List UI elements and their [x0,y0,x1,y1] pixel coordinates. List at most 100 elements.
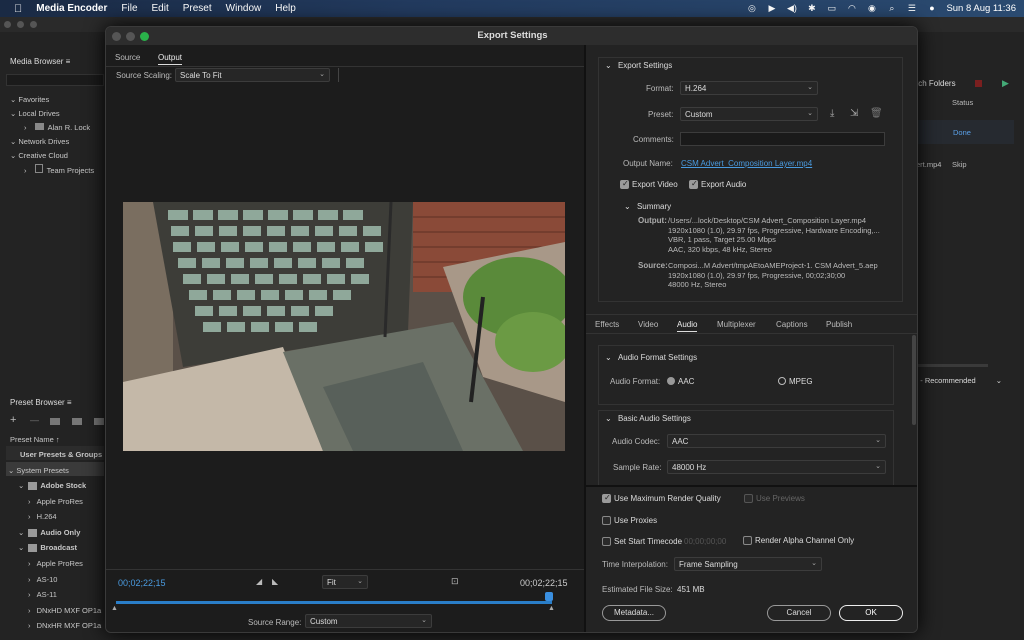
remove-preset-icon[interactable]: — [30,415,39,425]
siri-icon[interactable]: ● [926,0,937,17]
zoom-fit-dropdown[interactable]: Fit ⌄ [322,575,368,589]
comments-input[interactable] [680,132,885,146]
start-queue-icon[interactable]: ▶ [1002,78,1009,89]
delete-preset-icon[interactable]: 🗑 [870,108,883,119]
output-name-link[interactable]: CSM Advert_Composition Layer.mp4 [681,159,812,168]
media-browser-location[interactable] [6,74,104,86]
chevron-down-icon[interactable]: ⌄ [18,528,26,537]
use-proxies-checkbox[interactable] [602,516,611,525]
save-preset-icon[interactable]: ⤓ [830,108,834,119]
preset-tree-item[interactable]: ⌄ Adobe Stock [18,481,104,491]
menu-window[interactable]: Window [226,3,262,14]
render-alpha-checkbox[interactable] [743,536,752,545]
bluetooth-icon[interactable]: ✱ [806,0,817,17]
creative-cloud-icon[interactable]: ◎ [746,0,757,17]
tab-video[interactable]: Video [638,320,658,329]
panel-menu-icon[interactable]: ≡ [66,57,71,66]
tab-source[interactable]: Source [115,53,140,62]
chevron-right-icon[interactable]: › [28,621,33,630]
preset-tree-item[interactable]: › AS-11 [28,590,104,599]
basic-audio-header[interactable]: ⌄ Basic Audio Settings [605,414,691,423]
set-start-timecode-checkbox[interactable] [602,537,611,546]
user-icon[interactable]: ◉ [866,0,877,17]
export-video-checkbox[interactable] [620,179,629,189]
start-timecode-value[interactable]: 00;00;00;00 [684,537,726,546]
add-preset-icon[interactable]: + [10,414,16,426]
menu-help[interactable]: Help [275,3,296,14]
preset-tree-item[interactable]: › H.264 [28,512,104,521]
chevron-right-icon[interactable]: › [28,606,33,615]
set-in-point-icon[interactable]: ◢ [256,577,262,586]
preset-tree-item[interactable]: ⌄ Audio Only [18,528,104,537]
chevron-right-icon[interactable]: › [28,575,33,584]
tree-favorites[interactable]: ⌄ Favorites [10,95,49,104]
tree-network-drives[interactable]: ⌄ Network Drives [10,137,69,146]
panel-menu-icon[interactable]: ≡ [67,398,72,407]
chevron-down-icon[interactable]: ⌄ [18,543,26,552]
export-audio-checkbox[interactable] [689,179,698,189]
metadata-button[interactable]: Metadata... [602,605,666,621]
tree-local-drives[interactable]: ⌄ Local Drives [10,109,60,118]
in-point-marker-icon[interactable]: ▲ [111,605,118,612]
tab-multiplexer[interactable]: Multiplexer [717,320,756,329]
preset-tree-item[interactable]: › DNxHD MXF OP1a [28,606,104,615]
app-menu[interactable]: Media Encoder [36,3,107,14]
out-point-marker-icon[interactable]: ▲ [548,605,555,612]
preset-tree-item[interactable]: › AS-10 [28,575,104,584]
tree-alan-drive[interactable]: › Alan R. Lock [24,123,90,132]
audio-codec-dropdown[interactable]: AAC ⌄ [667,434,886,448]
play-icon[interactable]: ▶ [766,0,777,17]
minimize-button[interactable] [17,21,25,28]
preset-settings-icon[interactable] [72,418,82,425]
preset-tree-item[interactable]: › DNxHR MXF OP1a [28,621,104,630]
set-out-point-icon[interactable]: ◣ [272,577,278,586]
tab-publish[interactable]: Publish [826,320,852,329]
tab-output[interactable]: Output [158,53,183,65]
watch-folders-tab[interactable]: tch Folders [916,79,956,88]
settings-scrollbar[interactable] [912,335,916,425]
summary-header[interactable]: ⌄ Summary [624,202,671,211]
tree-team-projects[interactable]: › Team Projects [24,164,94,175]
stop-queue-icon[interactable] [975,80,982,87]
playhead-icon[interactable] [545,592,553,601]
preset-dropdown[interactable]: Custom ⌄ [680,107,818,121]
chevron-right-icon[interactable]: › [28,497,33,506]
current-timecode[interactable]: 00;02;22;15 [118,578,166,588]
chevron-right-icon[interactable]: › [28,590,33,599]
tab-audio[interactable]: Audio [677,320,698,332]
export-settings-header[interactable]: ⌄ Export Settings [605,61,672,70]
format-dropdown[interactable]: H.264 ⌄ [680,81,818,95]
import-preset-icon[interactable]: ⇲ [850,108,858,119]
chevron-down-icon[interactable]: ⌄ [18,481,26,490]
dialog-minimize-button[interactable] [126,32,135,41]
aac-radio[interactable] [667,377,675,385]
dialog-zoom-button[interactable] [140,32,149,41]
volume-icon[interactable]: ◀) [786,0,797,17]
import-preset-icon[interactable] [94,418,104,425]
aspect-ratio-correction-icon[interactable]: ⊡ [451,576,459,587]
cancel-button[interactable]: Cancel [767,605,831,621]
preset-tree-item[interactable]: › Apple ProRes [28,497,104,506]
apple-menu-icon[interactable]:  [14,3,22,15]
tree-creative-cloud[interactable]: ⌄ Creative Cloud [10,151,68,160]
control-center-icon[interactable]: ☰ [906,0,917,17]
zoom-button[interactable] [30,21,38,28]
chevron-right-icon[interactable]: › [28,512,33,521]
preset-tree-item[interactable]: ⌄ Broadcast [18,543,104,553]
max-render-quality-checkbox[interactable] [602,493,611,503]
status-column-header[interactable]: Status [952,98,973,107]
tab-captions[interactable]: Captions [776,320,808,329]
source-scaling-dropdown[interactable]: Scale To Fit ⌄ [175,68,330,82]
preset-name-header[interactable]: Preset Name ↑ [10,435,60,444]
preset-dropdown-fragment[interactable]: l) - Recommended ⌄ [914,376,1002,385]
preset-tree-item[interactable]: › Apple ProRes [28,559,104,568]
close-button[interactable] [4,21,11,28]
battery-icon[interactable]: ▭ [826,0,837,17]
timeline-range-bar[interactable] [116,601,552,604]
search-icon[interactable]: ⌕ [886,0,897,17]
audio-format-header[interactable]: ⌄ Audio Format Settings [605,353,697,362]
sample-rate-dropdown[interactable]: 48000 Hz ⌄ [667,460,886,474]
menu-edit[interactable]: Edit [152,3,169,14]
source-range-dropdown[interactable]: Custom ⌄ [305,614,432,628]
time-interpolation-dropdown[interactable]: Frame Sampling ⌄ [674,557,822,571]
